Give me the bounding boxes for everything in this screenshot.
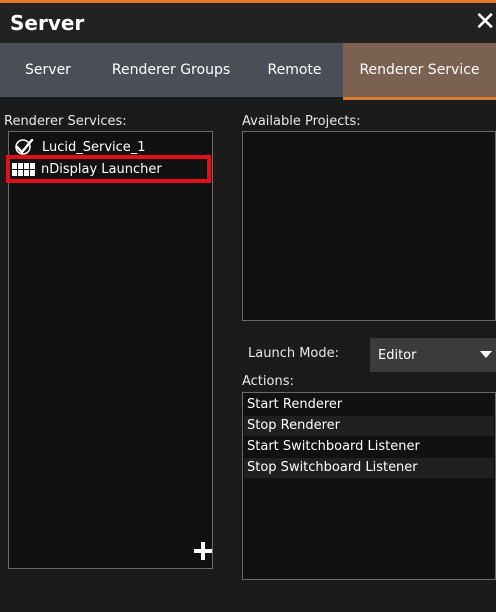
add-service-icon[interactable] [194, 542, 212, 560]
action-stop-switchboard-listener[interactable]: Stop Switchboard Listener [244, 458, 494, 478]
tab-renderer-groups-label: Renderer Groups [111, 62, 231, 78]
tab-renderer-groups[interactable]: Renderer Groups [96, 43, 246, 97]
action-start-switchboard-listener[interactable]: Start Switchboard Listener [244, 437, 494, 457]
window-title: Server [10, 11, 85, 35]
chevron-down-icon [480, 351, 492, 358]
actions-label: Actions: [242, 374, 294, 389]
service-item-lucid[interactable]: Lucid_Service_1 [12, 137, 202, 157]
tab-remote[interactable]: Remote [246, 43, 343, 97]
renderer-services-list[interactable] [8, 131, 213, 569]
tab-remote-label: Remote [267, 62, 322, 78]
tab-renderer-service-label: Renderer Service [359, 62, 480, 78]
available-projects-label: Available Projects: [242, 114, 361, 129]
available-projects-list[interactable] [242, 131, 496, 321]
checkmark-icon [15, 139, 34, 155]
launch-mode-select[interactable]: Editor [370, 338, 496, 372]
renderer-services-label: Renderer Services: [4, 114, 127, 129]
server-window: Server ✕ Server Renderer Groups Remote R… [0, 0, 496, 612]
action-start-renderer[interactable]: Start Renderer [244, 395, 494, 415]
tab-renderer-service[interactable]: Renderer Service [343, 43, 496, 97]
tab-server[interactable]: Server [0, 43, 96, 97]
active-tab-underline [343, 97, 496, 100]
close-icon[interactable]: ✕ [472, 5, 496, 39]
tab-server-label: Server [25, 62, 71, 78]
selection-highlight-box [6, 155, 211, 183]
tab-bar: Server Renderer Groups Remote Renderer S… [0, 43, 496, 97]
launch-mode-value: Editor [378, 347, 417, 363]
action-stop-renderer[interactable]: Stop Renderer [244, 416, 494, 436]
launch-mode-label: Launch Mode: [248, 346, 340, 361]
service-item-label: Lucid_Service_1 [42, 139, 146, 155]
title-bar[interactable]: Server ✕ [0, 3, 496, 43]
